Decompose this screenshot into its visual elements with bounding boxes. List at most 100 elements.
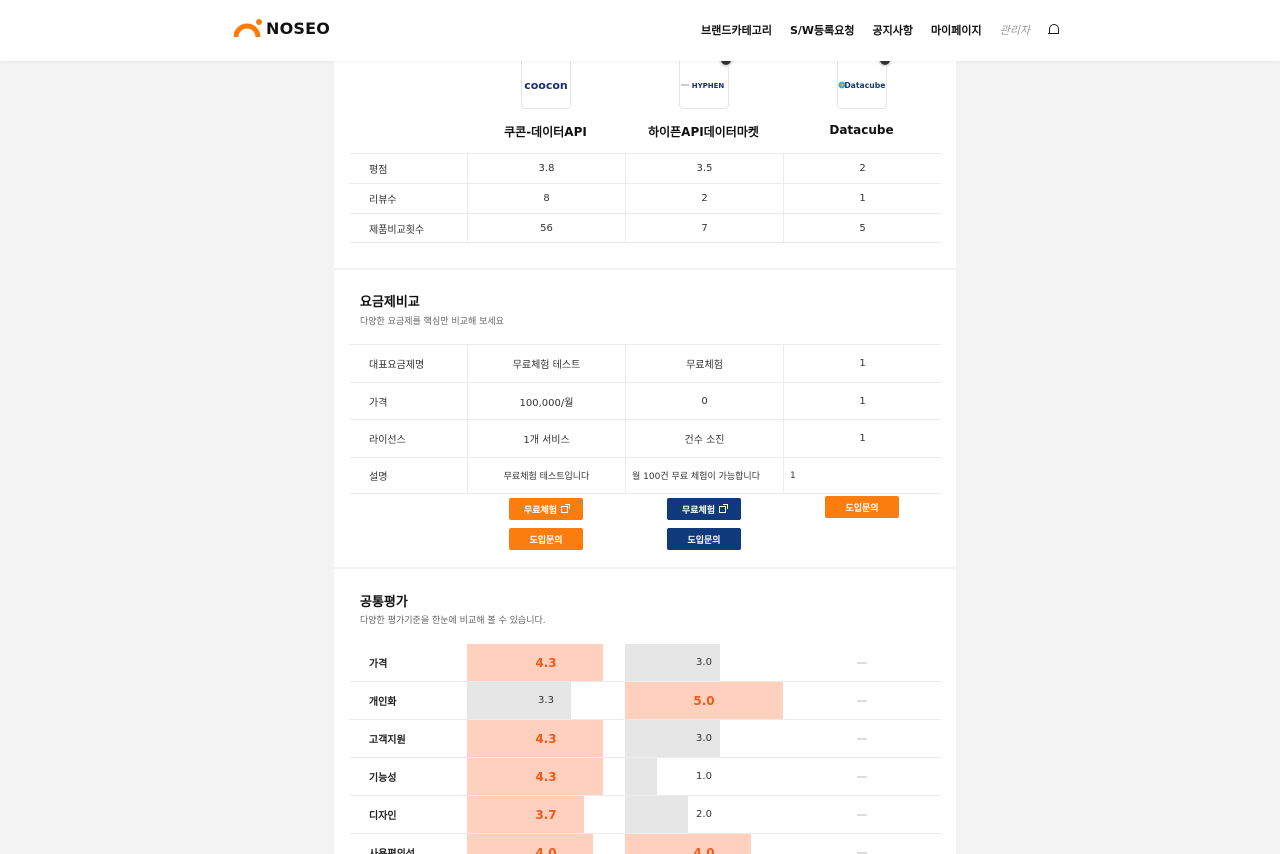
rating-label: 사용편의성 [349, 834, 467, 854]
free-trial-button[interactable]: 무료체험 [667, 498, 741, 520]
rating-cell: 5.0 [625, 682, 783, 719]
stat-row-rating: 평점 3.8 3.5 2 [349, 153, 941, 183]
section-title: 요금제비교 [360, 295, 420, 310]
rating-value: 2.0 [696, 809, 712, 820]
row-value: 3.5 [625, 154, 783, 183]
bell-icon[interactable] [1048, 23, 1060, 37]
row-value: 1 [783, 458, 941, 493]
rating-value: 1.0 [696, 771, 712, 782]
row-label: 리뷰수 [369, 195, 397, 206]
rating-label: 가격 [369, 659, 388, 670]
rating-cell: 3.3 [467, 682, 625, 719]
row-value: 월 100건 무료 체험이 가능합니다 [625, 458, 783, 493]
button-label: 도입문의 [845, 503, 879, 514]
no-data-dash [857, 775, 867, 778]
no-data-dash [857, 737, 867, 740]
pricing-row-description: 설명 무료체험 테스트입니다 월 100건 무료 체험이 가능합니다 1 [349, 457, 941, 494]
row-value: 무료체험 테스트입니다 [467, 458, 625, 493]
rating-cell: 4.0 [467, 834, 625, 854]
row-value: 무료체험 테스트 [467, 345, 625, 382]
rating-panel: 공통평가 다양한 평가기준을 한눈에 비교해 볼 수 있습니다. 가격 4.3 3.… [334, 569, 956, 854]
button-label: 도입문의 [529, 535, 563, 546]
rating-cell: 2.0 [625, 796, 783, 833]
section-title: 공통평가 [360, 595, 408, 610]
main-nav: 브랜드카테고리 S/W등록요청 공지사항 마이페이지 관리자 [701, 22, 1060, 38]
datacube-logo-icon: Datacube [837, 80, 885, 89]
rating-value: 3.7 [535, 807, 557, 822]
brand-name[interactable]: 쿠콘-데이터API [467, 123, 624, 140]
nav-admin[interactable]: 관리자 [1000, 22, 1030, 38]
button-label: 도입문의 [687, 535, 721, 546]
rating-cell: 3.7 [467, 796, 625, 833]
brand-name[interactable]: 하이픈API데이터마켓 [625, 123, 782, 140]
row-value: 1 [783, 345, 941, 382]
no-data-dash [857, 851, 867, 854]
svg-text:HYPHEN: HYPHEN [691, 82, 724, 90]
brand-logo-hyphen: HYPHEN [678, 61, 729, 109]
rating-label: 기능성 [369, 773, 397, 784]
no-data-dash [857, 661, 867, 664]
stat-row-reviews: 리뷰수 8 2 1 [349, 183, 941, 213]
row-value: 7 [625, 214, 783, 242]
rating-row: 가격 4.3 3.0 [349, 644, 941, 682]
row-value: 3.8 [467, 154, 625, 183]
hyphen-logo-icon: HYPHEN [680, 82, 724, 90]
rating-value: 3.3 [538, 695, 554, 706]
rating-value: 4.3 [535, 769, 557, 784]
rating-cell: 4.3 [467, 644, 625, 681]
rating-cell-empty [783, 720, 941, 757]
brand-logo-coocon: coocon [520, 61, 571, 109]
stat-row-compare-count: 제품비교횟수 56 7 5 [349, 213, 941, 243]
section-subtitle: 다양한 요금제를 핵심만 비교해 보세요 [360, 317, 504, 327]
brand-logo-datacube: Datacube [836, 61, 887, 109]
nav-brand-category[interactable]: 브랜드카테고리 [701, 22, 772, 38]
svg-text:coocon: coocon [524, 79, 568, 92]
brand-name[interactable]: Datacube [783, 123, 940, 137]
rating-cell: 4.3 [467, 720, 625, 757]
inquiry-button[interactable]: 도입문의 [825, 496, 899, 518]
logo-mark-icon [233, 18, 262, 38]
rating-value: 4.0 [693, 845, 715, 854]
nav-mypage[interactable]: 마이페이지 [931, 22, 982, 38]
row-value: 1 [783, 383, 941, 419]
external-link-icon [719, 503, 729, 513]
top-header: NOSEO 브랜드카테고리 S/W등록요청 공지사항 마이페이지 관리자 [0, 0, 1280, 61]
rating-cell: 4.3 [467, 758, 625, 795]
inquiry-button[interactable]: 도입문의 [667, 528, 741, 550]
row-label: 라이선스 [369, 435, 406, 446]
inquiry-button[interactable]: 도입문의 [509, 528, 583, 550]
rating-row: 기능성 4.3 1.0 [349, 758, 941, 796]
row-value: 건수 소진 [625, 420, 783, 457]
brand-compare-panel: coocon 쿠콘-데이터API HYPHEN 하이픈API데이터마켓 Data… [334, 53, 956, 268]
row-value: 무료체험 [625, 345, 783, 382]
rating-label: 고객지원 [369, 735, 406, 746]
free-trial-button[interactable]: 무료체험 [509, 498, 583, 520]
row-value: 1개 서비스 [467, 420, 625, 457]
nav-notice[interactable]: 공지사항 [873, 22, 913, 38]
rating-value: 4.3 [535, 655, 557, 670]
row-value: 8 [467, 184, 625, 213]
pricing-row-license: 라이선스 1개 서비스 건수 소진 1 [349, 419, 941, 457]
rating-label: 개인화 [369, 697, 397, 708]
rating-row: 고객지원 4.3 3.0 [349, 720, 941, 758]
logo[interactable]: NOSEO [233, 18, 331, 38]
pricing-row-price: 가격 100,000/월 0 1 [349, 382, 941, 419]
no-data-dash [857, 699, 867, 702]
row-label: 평점 [369, 165, 388, 176]
rating-value: 5.0 [693, 693, 715, 708]
rating-cell-empty [783, 834, 941, 854]
rating-cell: 1.0 [625, 758, 783, 795]
row-value: 1 [783, 420, 941, 457]
rating-cell-empty [783, 796, 941, 833]
row-value: 56 [467, 214, 625, 242]
row-label: 가격 [369, 397, 388, 409]
rating-row: 개인화 3.3 5.0 [349, 682, 941, 720]
coocon-logo-icon: coocon [524, 79, 568, 92]
rating-cell: 3.0 [625, 720, 783, 757]
row-value: 5 [783, 214, 941, 242]
button-label: 무료체험 [523, 505, 558, 516]
no-data-dash [857, 813, 867, 816]
nav-sw-request[interactable]: S/W등록요청 [790, 22, 855, 38]
row-label: 설명 [369, 472, 388, 483]
logo-text: NOSEO [266, 18, 331, 38]
